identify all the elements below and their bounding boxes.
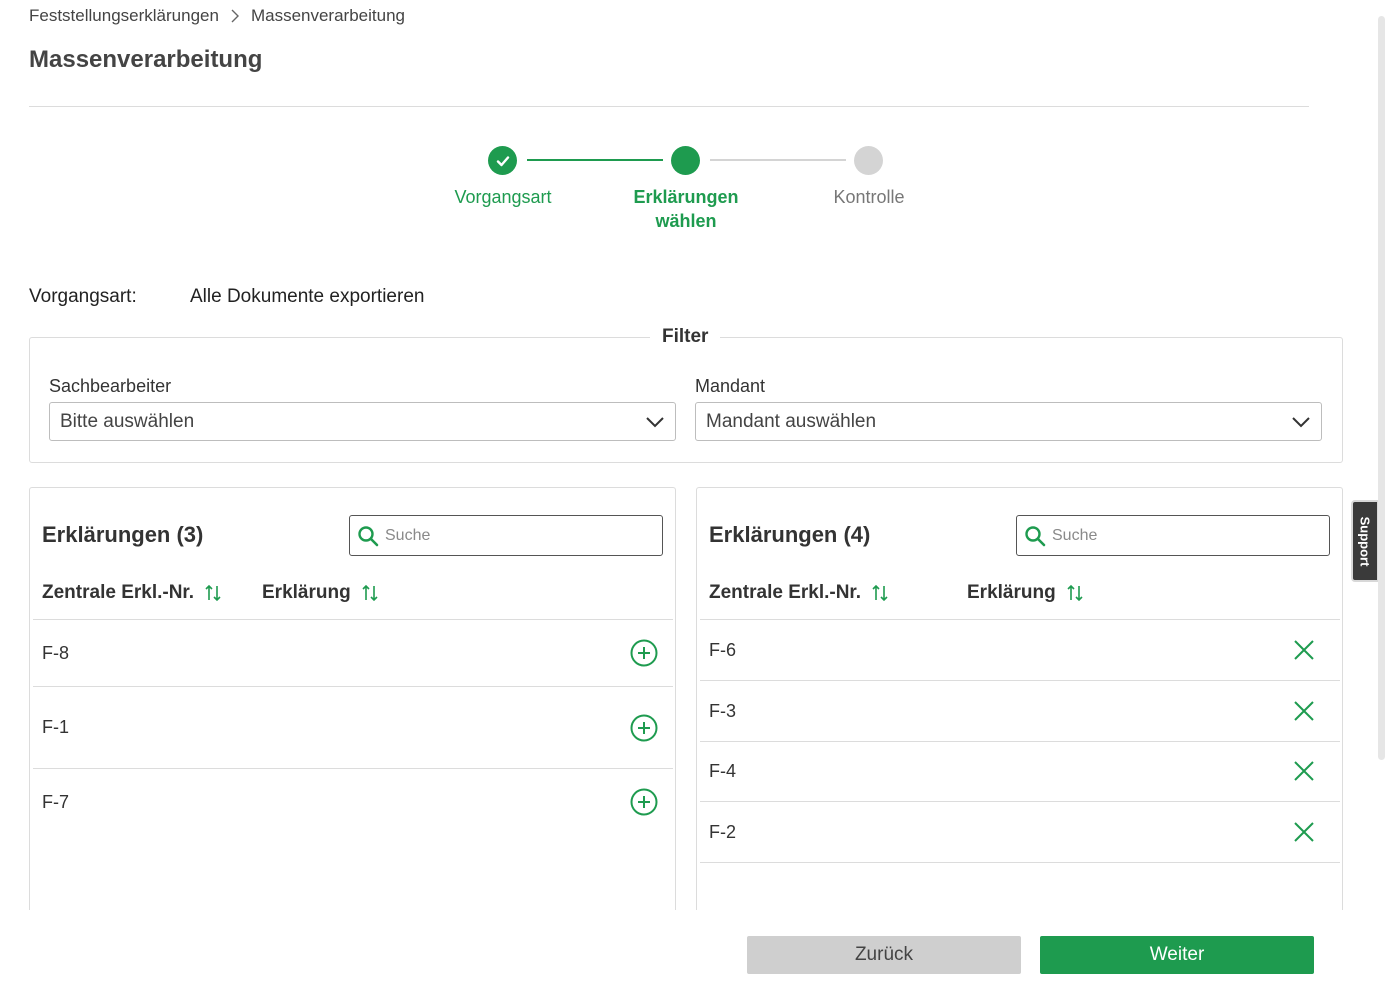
filter-legend: Filter: [650, 326, 721, 348]
table-row-f-7: F-7: [42, 792, 69, 812]
remove-button[interactable]: [1290, 697, 1318, 725]
column-header-label: Erklärung: [967, 582, 1056, 603]
sachbearbeiter-select[interactable]: Bitte auswählen: [49, 402, 676, 441]
add-button[interactable]: [630, 788, 658, 816]
checkmark-icon: [496, 155, 509, 166]
support-tab[interactable]: Support: [1351, 500, 1379, 582]
row-divider: [700, 619, 1340, 620]
table-row-f-4: F-4: [709, 761, 736, 781]
breadcrumb-item-feststellungserklaerungen[interactable]: Feststellungserklärungen: [29, 6, 219, 26]
plus-circle-icon: [630, 639, 658, 667]
row-divider: [700, 741, 1340, 742]
remove-button[interactable]: [1290, 818, 1318, 846]
table-row-f-8: F-8: [42, 643, 69, 663]
row-divider: [700, 680, 1340, 681]
table-row-f-3: F-3: [709, 701, 736, 721]
search-icon: [1025, 525, 1046, 546]
table-row-f-2: F-2: [709, 822, 736, 842]
support-tab-label: Support: [1357, 516, 1373, 566]
title-divider: [29, 106, 1309, 107]
row-divider: [33, 686, 673, 687]
sachbearbeiter-label: Sachbearbeiter: [49, 376, 172, 396]
search-input[interactable]: [385, 526, 645, 545]
selected-declarations-panel: Erklärungen (4) Zentrale Erkl.-Nr. Erklä…: [696, 487, 1343, 917]
chevron-right-icon: [227, 8, 243, 24]
page-title: Massenverarbeitung: [29, 46, 263, 73]
vorgangsart-label: Vorgangsart:: [29, 286, 137, 307]
close-icon: [1294, 640, 1314, 660]
step-1-circle: [488, 146, 517, 175]
column-header-label: Erklärung: [262, 582, 351, 603]
plus-circle-icon: [630, 714, 658, 742]
sachbearbeiter-select-value: Bitte auswählen: [60, 410, 195, 432]
step-1-label: Vorgangsart: [454, 187, 552, 207]
panel-title: Erklärungen (4): [709, 522, 871, 547]
sort-icon: [871, 584, 889, 602]
step-3-circle: [854, 146, 883, 175]
step-3-label: Kontrolle: [833, 187, 905, 207]
chevron-down-icon: [645, 412, 665, 432]
mandant-select-value: Mandant auswählen: [706, 410, 877, 432]
column-header-label: Zentrale Erkl.-Nr.: [42, 582, 195, 603]
add-button[interactable]: [630, 714, 658, 742]
chevron-down-icon: [1291, 412, 1311, 432]
column-header-zentrale-erkl-nr[interactable]: Zentrale Erkl.-Nr.: [42, 582, 222, 604]
breadcrumb: Feststellungserklärungen Massenverarbeit…: [29, 6, 405, 26]
add-button[interactable]: [630, 639, 658, 667]
step-2-circle: [671, 146, 700, 175]
step-2-label-line1: Erklärungen: [633, 187, 739, 207]
column-header-label: Zentrale Erkl.-Nr.: [709, 582, 862, 603]
column-header-erklaerung[interactable]: Erklärung: [262, 582, 379, 604]
search-input[interactable]: [1052, 526, 1312, 545]
sort-icon: [1066, 584, 1084, 602]
mandant-label: Mandant: [695, 376, 766, 396]
panel-title: Erklärungen (3): [42, 522, 204, 547]
row-divider: [700, 862, 1340, 863]
scrollbar[interactable]: [1378, 16, 1385, 760]
remove-button[interactable]: [1290, 636, 1318, 664]
next-button[interactable]: Weiter: [1040, 936, 1314, 974]
search-field: [349, 515, 663, 556]
table-row-f-6: F-6: [709, 640, 736, 660]
sort-icon: [361, 584, 379, 602]
step-2-label: Erklärungen wählen: [596, 185, 776, 233]
table-row-f-1: F-1: [42, 717, 69, 737]
remove-button[interactable]: [1290, 757, 1318, 785]
stepper-line-1: [527, 159, 663, 161]
step-2-label-line2: wählen: [655, 211, 717, 231]
row-divider: [33, 619, 673, 620]
filter-box: [29, 337, 1343, 463]
column-header-zentrale-erkl-nr[interactable]: Zentrale Erkl.-Nr.: [709, 582, 889, 604]
vorgangsart-value: Alle Dokumente exportieren: [190, 286, 425, 307]
search-icon: [358, 525, 379, 546]
breadcrumb-item-massenverarbeitung: Massenverarbeitung: [250, 6, 405, 25]
back-button[interactable]: Zurück: [747, 936, 1021, 974]
row-divider: [33, 768, 673, 769]
search-field: [1016, 515, 1330, 556]
mandant-select[interactable]: Mandant auswählen: [695, 402, 1322, 441]
close-icon: [1294, 822, 1314, 842]
close-icon: [1294, 761, 1314, 781]
available-declarations-panel: Erklärungen (3) Zentrale Erkl.-Nr. Erklä…: [29, 487, 676, 917]
row-divider: [700, 801, 1340, 802]
column-header-erklaerung[interactable]: Erklärung: [967, 582, 1084, 604]
stepper-line-2: [710, 159, 846, 161]
sort-icon: [204, 584, 222, 602]
close-icon: [1294, 701, 1314, 721]
plus-circle-icon: [630, 788, 658, 816]
